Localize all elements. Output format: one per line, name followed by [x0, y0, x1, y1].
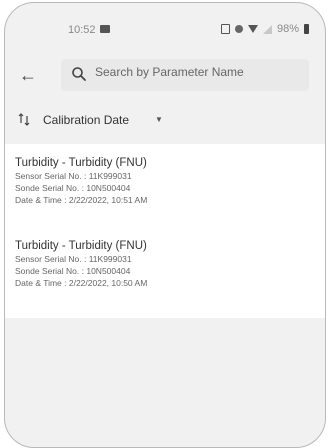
battery-icon	[304, 24, 309, 34]
list-item[interactable]: Turbidity - Turbidity (FNU) Sensor Seria…	[15, 156, 315, 206]
battery-percent: 98%	[276, 23, 299, 35]
sort-label: Calibration Date	[43, 113, 130, 127]
search-box[interactable]	[61, 59, 309, 91]
sort-selector[interactable]: Calibration Date ▼	[5, 107, 325, 135]
status-time: 10:52	[68, 24, 96, 36]
notification-icon	[100, 25, 110, 33]
wifi-icon	[247, 25, 258, 33]
status-bar: 10:52 98%	[5, 3, 325, 55]
chevron-down-icon: ▼	[155, 115, 163, 124]
calibration-list: Turbidity - Turbidity (FNU) Sensor Seria…	[5, 144, 325, 318]
phone-frame: 10:52 98% ← Calibration Date ▼	[4, 2, 326, 448]
record-title: Turbidity - Turbidity (FNU)	[15, 157, 147, 169]
sonde-serial: Sonde Serial No. : 10N500404	[15, 266, 131, 276]
sonde-serial: Sonde Serial No. : 10N500404	[15, 183, 131, 193]
record-datetime: Date & Time : 2/22/2022, 10:50 AM	[15, 278, 148, 288]
vibrate-icon	[234, 25, 243, 33]
sensor-serial: Sensor Serial No. : 11K999031	[15, 254, 132, 264]
search-icon	[72, 67, 86, 81]
search-input[interactable]	[95, 65, 295, 79]
nfc-icon	[220, 24, 230, 34]
record-title: Turbidity - Turbidity (FNU)	[15, 240, 147, 252]
status-icons: 98%	[220, 23, 309, 35]
record-datetime: Date & Time : 2/22/2022, 10:51 AM	[15, 195, 148, 205]
sort-icon	[18, 113, 30, 126]
list-item[interactable]: Turbidity - Turbidity (FNU) Sensor Seria…	[15, 239, 315, 289]
back-arrow-icon[interactable]: ←	[19, 65, 37, 85]
search-bar: ←	[5, 57, 325, 97]
signal-icon	[262, 24, 272, 34]
sensor-serial: Sensor Serial No. : 11K999031	[15, 171, 132, 181]
